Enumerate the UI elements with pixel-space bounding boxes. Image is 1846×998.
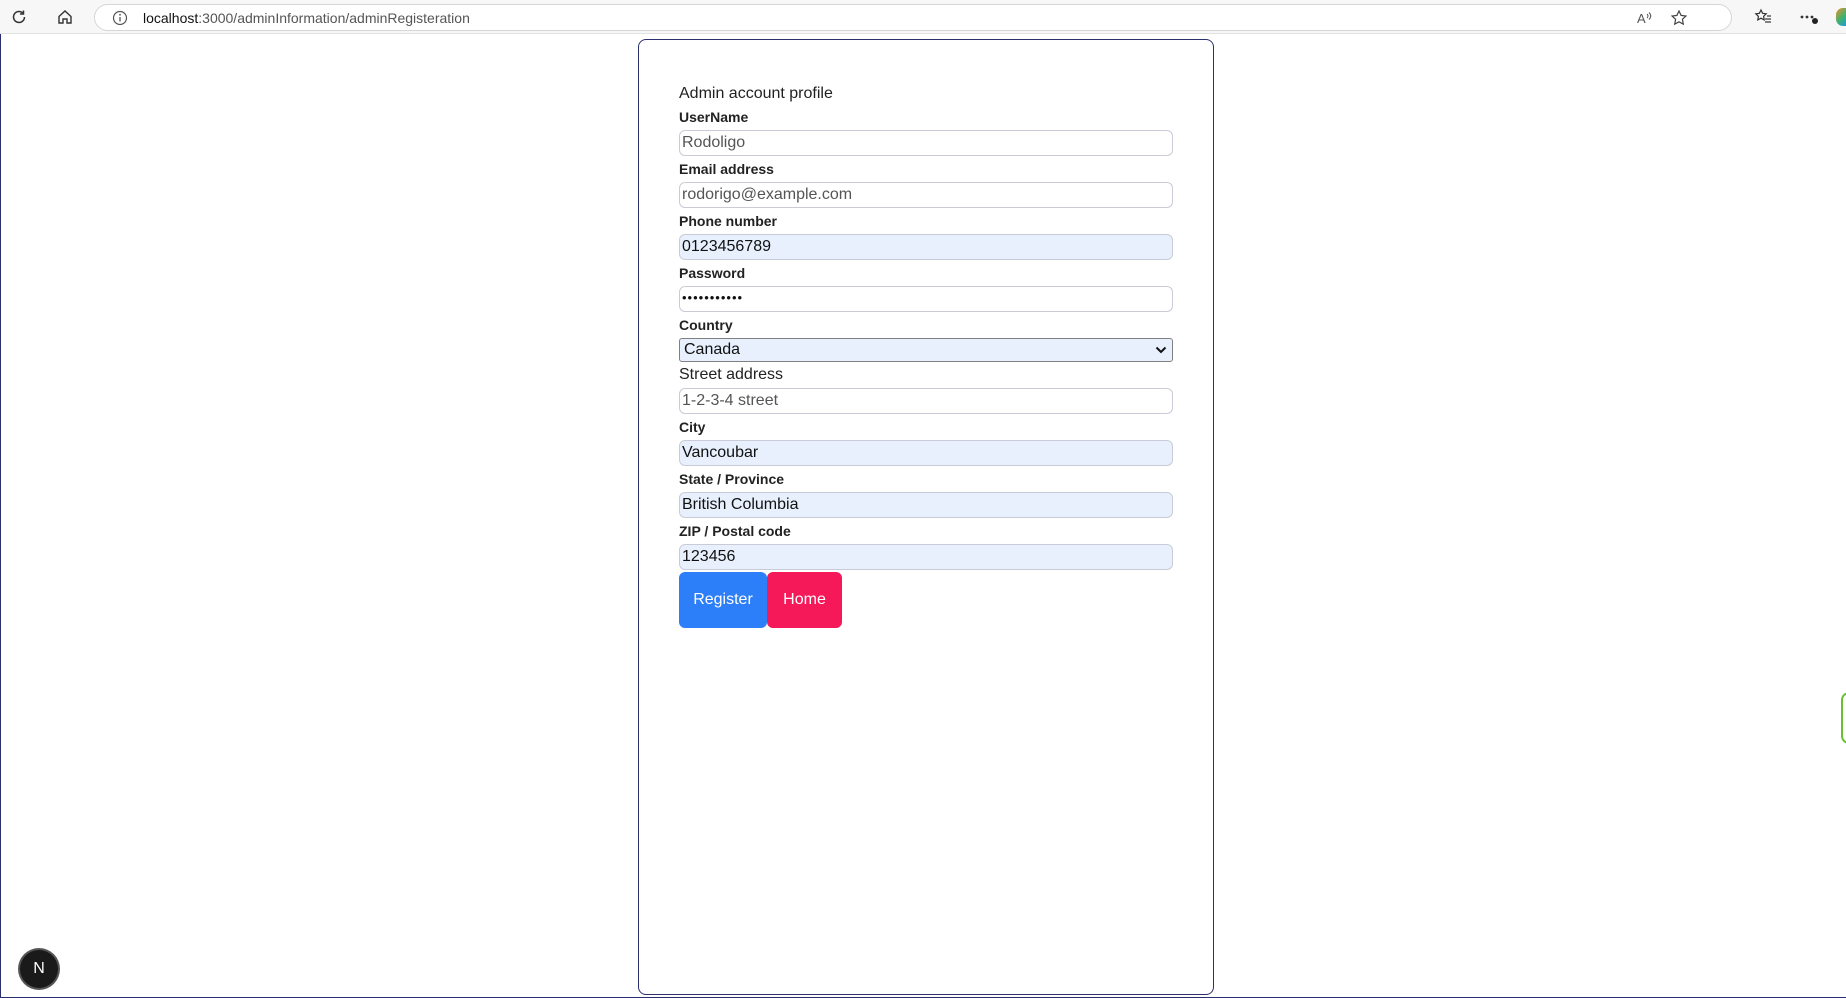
zip-label: ZIP / Postal code: [679, 523, 791, 539]
register-button[interactable]: Register: [679, 572, 767, 628]
refresh-icon[interactable]: [8, 6, 30, 28]
url-host: localhost: [143, 10, 199, 26]
read-aloud-icon[interactable]: A: [1633, 7, 1655, 29]
email-label: Email address: [679, 161, 774, 177]
street-label: Street address: [679, 366, 784, 383]
country-select[interactable]: Canada: [679, 338, 1173, 362]
state-label: State / Province: [679, 471, 785, 487]
form-actions: Register Home: [679, 572, 1173, 628]
home-button[interactable]: Home: [767, 572, 842, 628]
zip-input[interactable]: 123456: [679, 544, 1173, 570]
admin-register-form: Admin account profile UserName Rodoligo …: [679, 84, 1173, 628]
home-icon[interactable]: [54, 6, 76, 28]
state-input[interactable]: British Columbia: [679, 492, 1173, 518]
nextjs-dev-badge[interactable]: N: [20, 950, 58, 988]
city-label: City: [679, 419, 706, 435]
url-path: :3000/adminInformation/adminRegisteratio…: [198, 10, 470, 26]
email-input[interactable]: rodorigo@example.com: [679, 182, 1173, 208]
country-selected-value: Canada: [684, 341, 741, 358]
favorites-icon[interactable]: [1752, 6, 1774, 28]
more-icon[interactable]: [1798, 6, 1820, 28]
svg-text:A: A: [1637, 11, 1646, 26]
form-title: Admin account profile: [679, 85, 833, 102]
address-bar[interactable]: localhost:3000/adminInformation/adminReg…: [94, 4, 1732, 31]
city-input[interactable]: Vancoubar: [679, 440, 1173, 466]
url-text: localhost:3000/adminInformation/adminReg…: [143, 10, 470, 26]
phone-label: Phone number: [679, 213, 778, 229]
chevron-down-icon: [1154, 339, 1168, 361]
password-label: Password: [679, 265, 746, 281]
password-input[interactable]: •••••••••••: [679, 286, 1173, 312]
country-label: Country: [679, 317, 733, 333]
phone-input[interactable]: 0123456789: [679, 234, 1173, 260]
info-icon[interactable]: [111, 9, 129, 27]
side-panel-tab[interactable]: [1841, 692, 1846, 744]
username-label: UserName: [679, 109, 749, 125]
username-input[interactable]: Rodoligo: [679, 130, 1173, 156]
browser-toolbar: localhost:3000/adminInformation/adminReg…: [0, 0, 1846, 34]
profile-avatar-icon[interactable]: [1836, 8, 1846, 26]
star-icon[interactable]: [1668, 7, 1690, 29]
street-input[interactable]: 1-2-3-4 street: [679, 388, 1173, 414]
